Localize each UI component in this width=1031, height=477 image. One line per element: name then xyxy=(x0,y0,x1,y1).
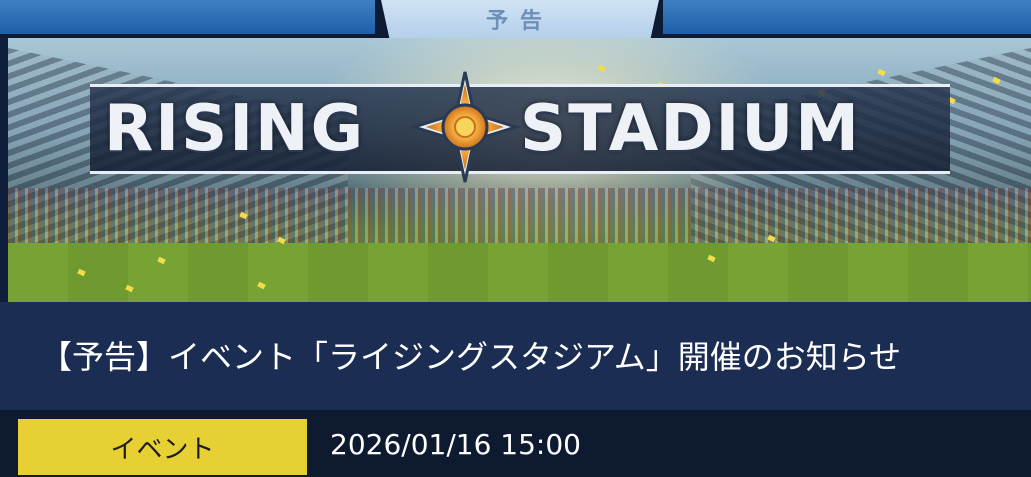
logo-text-rising: RISING xyxy=(104,92,366,166)
header-wing-left xyxy=(0,0,375,34)
category-badge: イベント xyxy=(18,419,307,475)
notice-title: 【予告】イベント「ライジングスタジアム」開催のお知らせ xyxy=(40,338,902,376)
stadium-crowd xyxy=(8,188,1031,248)
header-wing-right xyxy=(663,0,1031,34)
header-tab: 予告 xyxy=(381,0,659,38)
notice-datetime: 2026/01/16 15:00 xyxy=(330,428,581,461)
soccer-field xyxy=(8,243,1031,302)
header-bar: 予告 xyxy=(0,0,1031,38)
header-label: 予告 xyxy=(485,9,554,34)
category-label: イベント xyxy=(110,434,215,465)
logo-text-stadium: STADIUM xyxy=(520,92,861,166)
star-emblem-icon xyxy=(408,71,522,183)
confetti xyxy=(877,68,886,77)
